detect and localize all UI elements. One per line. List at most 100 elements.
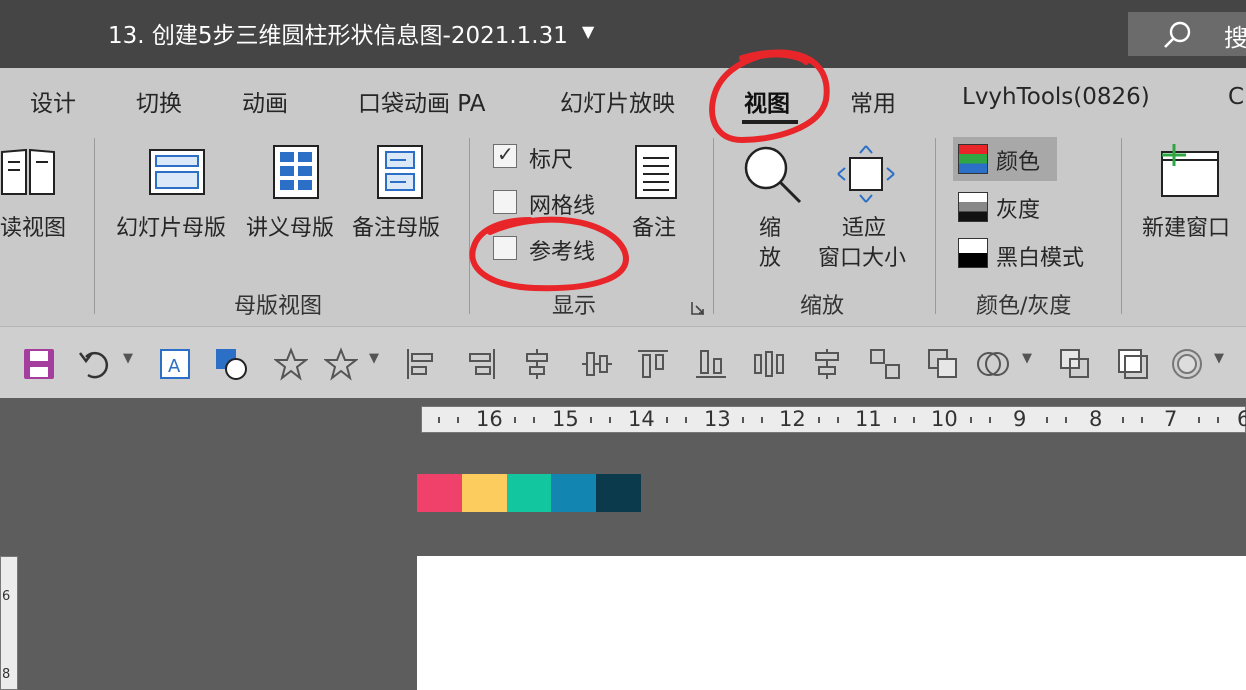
tab-design[interactable]: 设计 xyxy=(30,84,76,118)
merge-shapes-icon[interactable] xyxy=(976,347,1010,381)
grayscale-mode-button[interactable]: 灰度 xyxy=(996,192,1040,224)
undo-icon[interactable] xyxy=(78,347,112,381)
bring-forward-icon[interactable] xyxy=(926,347,960,381)
tab-view[interactable]: 视图 xyxy=(744,84,790,118)
palette-swatch[interactable] xyxy=(417,474,462,512)
distribute-vertical-icon[interactable] xyxy=(810,347,844,381)
tab-more[interactable]: C xyxy=(1228,84,1244,110)
handout-master-button[interactable]: 讲义母版 xyxy=(246,210,334,242)
new-window-icon[interactable] xyxy=(1156,144,1220,198)
chevron-down-icon[interactable]: ▼ xyxy=(369,351,379,366)
tab-animations[interactable]: 动画 xyxy=(242,84,288,118)
tab-transitions[interactable]: 切换 xyxy=(136,84,182,118)
notes-master-icon[interactable] xyxy=(376,144,424,200)
ruler-label[interactable]: 标尺 xyxy=(529,142,573,174)
dialog-launcher-icon[interactable] xyxy=(690,300,706,316)
document-title[interactable]: 13. 创建5步三维圆柱形状信息图-2021.1.31 xyxy=(108,16,568,50)
notes-icon[interactable] xyxy=(634,144,678,200)
align-center-icon[interactable] xyxy=(520,347,554,381)
tab-lvyhtools[interactable]: LvyhTools(0826) xyxy=(962,84,1150,110)
zoom-icon[interactable] xyxy=(742,144,804,206)
star-shape-icon[interactable] xyxy=(324,347,358,381)
ruler-tick xyxy=(913,417,915,423)
horizontal-ruler[interactable]: 16 15 14 13 12 11 10 9 8 7 6 xyxy=(421,406,1246,433)
slide-master-icon[interactable] xyxy=(148,148,206,196)
palette-swatch[interactable] xyxy=(461,474,507,512)
reading-view-icon[interactable] xyxy=(0,146,56,198)
title-bar: 13. 创建5步三维圆柱形状信息图-2021.1.31 ▼ 搜 xyxy=(0,0,1246,68)
ruler-tick xyxy=(1065,417,1067,423)
group-objects-icon[interactable] xyxy=(868,347,902,381)
ruler-tick xyxy=(837,417,839,423)
distribute-horizontal-icon[interactable] xyxy=(752,347,786,381)
shape-fill-icon[interactable] xyxy=(214,347,248,381)
ruler-number: 11 xyxy=(855,407,882,431)
shadow-icon[interactable] xyxy=(1116,347,1150,381)
tab-pocket-animation[interactable]: 口袋动画 PA xyxy=(358,84,485,118)
vertical-ruler[interactable]: 6 8 xyxy=(0,556,18,690)
fit-to-window-icon[interactable] xyxy=(836,144,896,204)
handout-master-icon[interactable] xyxy=(272,144,320,200)
grayscale-swatch-icon[interactable] xyxy=(958,192,988,222)
ruler-tick xyxy=(609,417,611,423)
align-top-icon[interactable] xyxy=(636,347,670,381)
reading-view-button[interactable]: 读视图 xyxy=(0,210,66,242)
text-box-icon[interactable]: A xyxy=(158,347,192,381)
ruler-number: 7 xyxy=(1164,407,1178,431)
gridlines-checkbox[interactable] xyxy=(493,190,517,214)
palette-swatch[interactable] xyxy=(596,474,641,512)
color-swatch-icon[interactable] xyxy=(958,144,988,174)
slide-canvas[interactable] xyxy=(417,556,1246,690)
ruler-number: 8 xyxy=(2,667,11,682)
bw-swatch-icon[interactable] xyxy=(958,238,988,268)
align-bottom-icon[interactable] xyxy=(694,347,728,381)
zoom-label-line2[interactable]: 放 xyxy=(759,240,781,272)
gridlines-label[interactable]: 网格线 xyxy=(529,188,595,220)
ruler-tick xyxy=(457,417,459,423)
fit-label-line1[interactable]: 适应 xyxy=(842,210,886,242)
palette-swatch[interactable] xyxy=(551,474,597,512)
notes-master-button[interactable]: 备注母版 xyxy=(352,210,440,242)
slide-master-button[interactable]: 幻灯片母版 xyxy=(116,210,226,242)
palette-swatch[interactable] xyxy=(506,474,552,512)
guides-label[interactable]: 参考线 xyxy=(529,234,595,266)
send-backward-icon[interactable] xyxy=(1058,347,1092,381)
ruler-tick xyxy=(1046,417,1048,423)
chevron-down-icon[interactable]: ▼ xyxy=(1214,351,1224,366)
group-separator xyxy=(935,138,936,314)
ruler-tick xyxy=(989,417,991,423)
bw-mode-button[interactable]: 黑白模式 xyxy=(996,240,1084,272)
ruler-number: 15 xyxy=(552,407,579,431)
ruler-number: 9 xyxy=(1013,407,1027,431)
guides-checkbox[interactable] xyxy=(493,236,517,260)
chevron-down-icon[interactable]: ▼ xyxy=(123,351,133,366)
align-left-icon[interactable] xyxy=(404,347,438,381)
color-palette[interactable] xyxy=(417,474,641,512)
ribbon-view-panel: 读视图 幻灯片母版 讲义母版 备注母版 母版视图 ✓ 标尺 网格线 参考线 备注… xyxy=(0,130,1246,326)
fit-label-line2[interactable]: 窗口大小 xyxy=(818,240,906,272)
tab-slideshow[interactable]: 幻灯片放映 xyxy=(560,84,675,118)
save-icon[interactable] xyxy=(22,347,56,381)
ruler-tick xyxy=(761,417,763,423)
shape-outline-icon[interactable] xyxy=(1170,347,1204,381)
ruler-number: 6 xyxy=(2,589,11,604)
zoom-label-line1[interactable]: 缩 xyxy=(759,210,781,242)
ribbon-tab-bar: 设计 切换 动画 口袋动画 PA 幻灯片放映 视图 常用 LvyhTools(0… xyxy=(0,68,1246,130)
checkmark-icon: ✓ xyxy=(497,142,514,166)
ruler-number: 10 xyxy=(931,407,958,431)
ruler-tick xyxy=(1122,417,1124,423)
color-mode-button[interactable]: 颜色 xyxy=(996,144,1040,176)
search-box[interactable]: 搜 xyxy=(1128,12,1246,56)
star-edit-icon[interactable] xyxy=(274,347,308,381)
notes-button[interactable]: 备注 xyxy=(632,210,676,242)
ruler-tick xyxy=(666,417,668,423)
align-middle-icon[interactable] xyxy=(580,347,614,381)
align-right-icon[interactable] xyxy=(464,347,498,381)
ruler-tick xyxy=(894,417,896,423)
tab-common[interactable]: 常用 xyxy=(850,84,896,118)
chevron-down-icon[interactable]: ▼ xyxy=(1022,351,1032,366)
chevron-down-icon[interactable]: ▼ xyxy=(582,22,594,41)
ruler-checkbox[interactable]: ✓ xyxy=(493,142,517,168)
ruler-number: 8 xyxy=(1089,407,1103,431)
new-window-button[interactable]: 新建窗口 xyxy=(1142,210,1230,242)
